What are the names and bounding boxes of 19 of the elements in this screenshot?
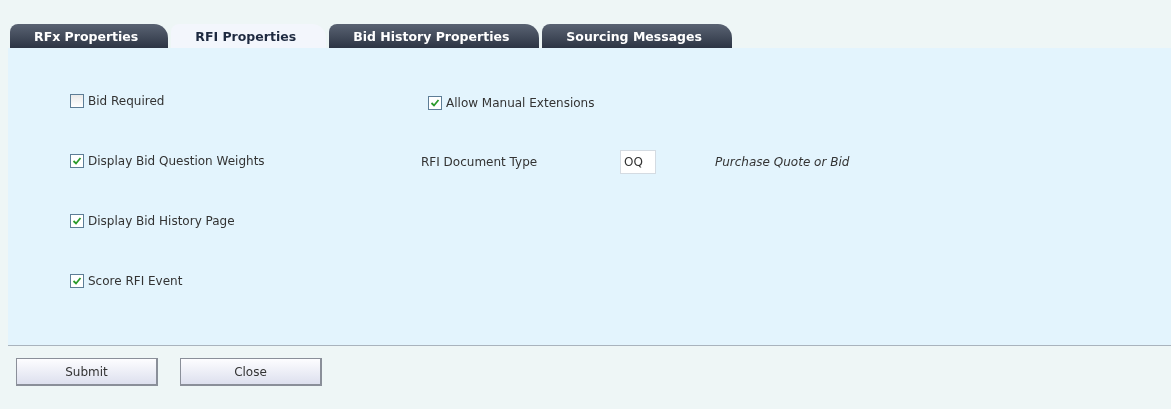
field-label: RFI Document Type [421, 155, 539, 169]
checkbox[interactable] [70, 154, 84, 168]
checkbox-label: Score RFI Event [88, 274, 183, 288]
checkbox[interactable] [70, 94, 84, 108]
checkbox-label: Bid Required [88, 94, 165, 108]
tab[interactable]: Sourcing Messages [542, 24, 732, 48]
checkbox-label: Display Bid History Page [88, 214, 235, 228]
field-description: Purchase Quote or Bid [715, 155, 850, 169]
checkbox[interactable] [70, 274, 84, 288]
tab[interactable]: RFx Properties [10, 24, 169, 48]
tab[interactable]: RFI Properties [171, 24, 327, 48]
action-button[interactable]: Submit [16, 358, 158, 386]
tab[interactable]: Bid History Properties [329, 24, 540, 48]
checkbox[interactable] [428, 96, 442, 110]
checkbox-label: Allow Manual Extensions [446, 96, 595, 110]
document-type-field[interactable]: OQ [620, 150, 656, 174]
action-button[interactable]: Close [180, 358, 322, 386]
checkbox-label: Display Bid Question Weights [88, 154, 265, 168]
checkbox[interactable] [70, 214, 84, 228]
